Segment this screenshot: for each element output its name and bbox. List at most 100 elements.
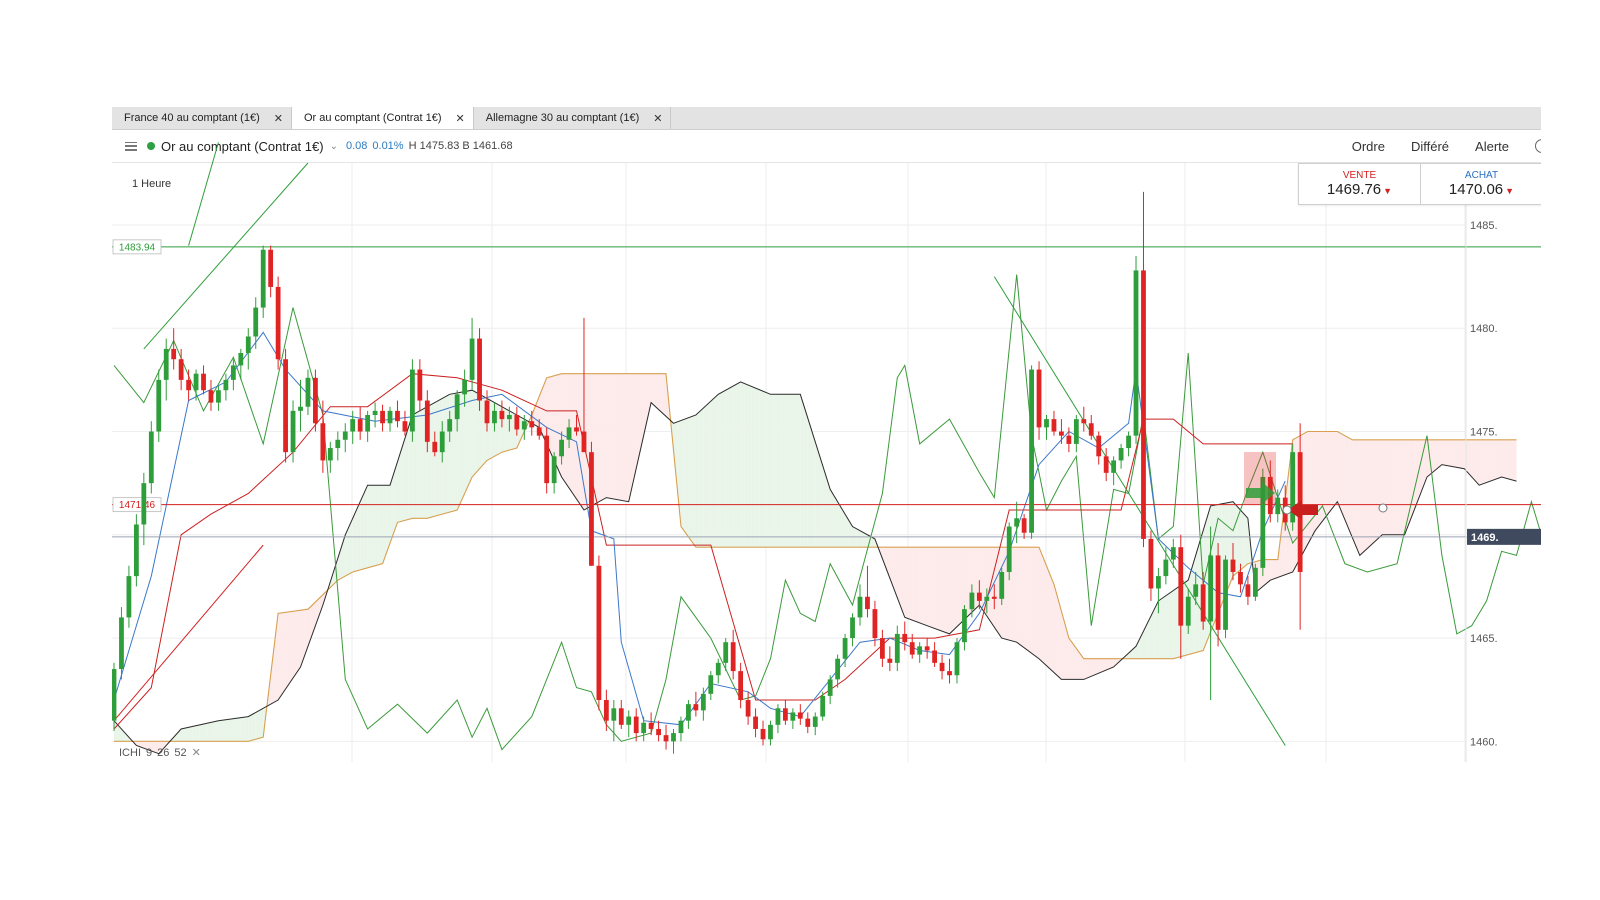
bearish-cloud-segment (945, 547, 950, 634)
bearish-candle (499, 410, 505, 420)
close-icon[interactable]: ✕ (192, 746, 201, 759)
bullish-candle (163, 348, 169, 380)
bullish-candle (469, 338, 475, 380)
bullish-candle (305, 377, 311, 407)
bullish-cloud-segment (680, 419, 685, 532)
bullish-candle (641, 722, 647, 734)
bullish-cloud-segment (815, 441, 819, 548)
bearish-cloud-segment (285, 611, 290, 690)
bullish-cloud-segment (822, 465, 827, 548)
indicator-legend[interactable]: ICHI 9 26 52 ✕ (119, 746, 201, 760)
bearish-candle (186, 379, 191, 391)
bullish-candle (298, 406, 303, 411)
bearish-cloud-segment (1509, 439, 1513, 481)
bearish-cloud-segment (1453, 439, 1457, 468)
indicator-param: 26 (157, 746, 170, 759)
buy-button[interactable]: ACHAT 1470.06 ▼ (1420, 164, 1541, 204)
bearish-cloud-segment (1471, 439, 1476, 482)
bullish-cloud-segment (792, 394, 797, 548)
price-chart[interactable]: 1483.941471.46 1485.1480.1475.1470.1465.… (112, 107, 1541, 787)
bearish-candle (1103, 456, 1109, 473)
bearish-candle (797, 712, 803, 719)
bearish-cloud-segment (613, 373, 618, 500)
bearish-cloud-segment (654, 373, 659, 410)
bullish-cloud-segment (1191, 555, 1196, 654)
bullish-cloud-segment (356, 501, 361, 571)
bullish-cloud-segment (363, 485, 368, 569)
bearish-cloud-segment (1434, 439, 1439, 471)
bearish-cloud-segment (606, 373, 611, 499)
bullish-candle (372, 410, 378, 415)
y-tick-label: 1465. (1470, 633, 1498, 645)
bullish-candle (559, 439, 564, 457)
bullish-candle (812, 716, 818, 727)
bullish-candle (551, 456, 557, 484)
bullish-candle (999, 571, 1005, 599)
bearish-candle (1238, 571, 1243, 585)
bearish-cloud-segment (639, 373, 644, 453)
bullish-cloud-segment (789, 394, 793, 548)
bullish-candle (894, 633, 900, 663)
bullish-cloud-segment (770, 394, 775, 548)
bullish-candle (1170, 547, 1176, 560)
bullish-cloud-segment (707, 401, 711, 548)
y-tick-label: 1475. (1470, 427, 1498, 439)
bearish-candle (924, 646, 930, 651)
bullish-candle (148, 431, 154, 484)
bearish-candle (633, 716, 639, 734)
bullish-candle (1193, 584, 1199, 597)
bullish-cloud-segment (434, 400, 439, 517)
indicator-name: ICHI (119, 746, 141, 759)
bullish-candle (335, 439, 341, 449)
bullish-candle (439, 431, 445, 453)
chart-window: France 40 au comptant (1€) ✕ Or au compt… (112, 107, 1541, 787)
bearish-cloud-segment (617, 373, 622, 501)
bullish-candle (790, 712, 796, 721)
bullish-cloud-segment (856, 528, 860, 548)
bullish-candle (1223, 559, 1228, 630)
bullish-cloud-segment (744, 383, 749, 548)
sell-button[interactable]: VENTE 1469.76 ▼ (1299, 164, 1420, 204)
current-price-label: 1469. (1471, 532, 1499, 544)
bullish-candle (230, 365, 236, 380)
bullish-cloud-segment (785, 394, 790, 548)
bearish-cloud-segment (1352, 439, 1357, 547)
bearish-candle (581, 431, 587, 453)
bearish-candle (618, 708, 624, 725)
bullish-cloud-segment (218, 720, 223, 742)
bearish-candle (879, 638, 885, 659)
buy-label: ACHAT (1464, 170, 1499, 181)
bearish-candle (313, 377, 318, 424)
bearish-cloud-segment (1020, 547, 1025, 648)
bullish-cloud-segment (1158, 598, 1163, 659)
bullish-candle (827, 679, 833, 696)
bullish-cloud-segment (468, 390, 473, 486)
bullish-candle (216, 390, 221, 403)
bullish-candle (678, 720, 684, 734)
bullish-cloud-segment (371, 485, 376, 567)
bullish-cloud-segment (252, 712, 256, 741)
bearish-cloud-segment (1479, 439, 1483, 486)
bearish-candle (424, 400, 430, 442)
bullish-cloud-segment (229, 718, 234, 742)
bearish-cloud-segment (1083, 658, 1088, 680)
bullish-candle (1126, 435, 1131, 449)
bearish-cloud-segment (651, 373, 655, 407)
bullish-cloud-segment (416, 410, 420, 519)
bearish-cloud-segment (1456, 439, 1461, 469)
bullish-cloud-segment (184, 727, 189, 742)
bullish-candle (1014, 518, 1020, 527)
bearish-cloud-segment (1490, 439, 1495, 482)
bearish-cloud-segment (1404, 439, 1409, 535)
bearish-candle (477, 338, 482, 401)
bearish-cloud-segment (572, 373, 577, 499)
bearish-cloud-segment (1102, 658, 1107, 672)
bearish-cloud-segment (1505, 439, 1510, 480)
bullish-cloud-segment (192, 725, 197, 742)
bullish-cloud-segment (1173, 587, 1178, 659)
timeframe-label[interactable]: 1 Heure (132, 178, 171, 190)
bullish-candle (686, 704, 691, 721)
bearish-cloud-segment (632, 373, 637, 486)
bearish-cloud-segment (1389, 439, 1394, 535)
bearish-candle (1066, 435, 1072, 444)
